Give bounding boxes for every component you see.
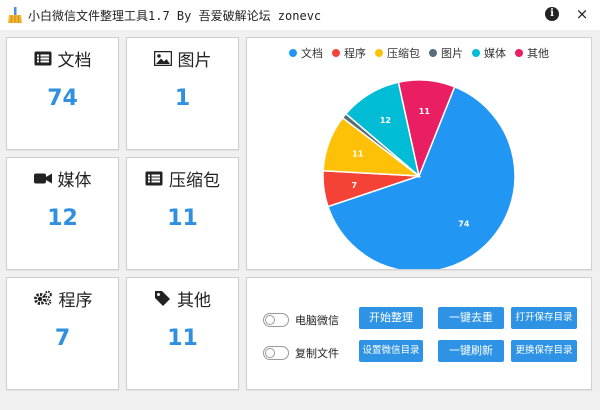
- document-list-icon: [34, 51, 51, 65]
- stat-label: 文档: [57, 50, 92, 71]
- toggle-label: 电脑微信: [295, 314, 339, 327]
- open-save-dir-button[interactable]: 打开保存目录: [511, 307, 577, 329]
- stat-value: 12: [47, 206, 78, 231]
- stat-value: 7: [54, 326, 71, 351]
- chart-card: 文档 程序 压缩包 图片 媒体 其他 74 7 11 12 11: [246, 37, 592, 270]
- stat-label: 图片: [177, 50, 212, 71]
- window-title: 小白微信文件整理工具1.7 By 吾爱破解论坛 zonevc: [28, 9, 322, 23]
- stat-label: 压缩包: [169, 170, 220, 191]
- start-organize-button[interactable]: 开始整理: [359, 307, 423, 329]
- stat-card-archives: 压缩包 11: [126, 157, 239, 270]
- stat-label: 程序: [58, 290, 93, 311]
- stat-label: 其他: [177, 290, 211, 311]
- copy-files-toggle[interactable]: [263, 346, 289, 360]
- set-wechat-dir-button[interactable]: 设置微信目录: [359, 340, 423, 362]
- pie-slice-label: 12: [380, 116, 391, 125]
- tag-icon: [155, 290, 170, 306]
- pie-slice-label: 11: [419, 107, 431, 116]
- refresh-button[interactable]: 一键刷新: [438, 340, 504, 362]
- stat-card-programs: 程序 7: [6, 277, 119, 390]
- archive-icon: [145, 171, 163, 185]
- stat-card-media: 媒体 12: [6, 157, 119, 270]
- stat-value: 11: [167, 326, 198, 351]
- toggle-label: 复制文件: [295, 347, 339, 360]
- gears-icon: [33, 290, 52, 306]
- stat-label: 媒体: [57, 170, 92, 191]
- close-icon[interactable]: ×: [574, 5, 590, 23]
- info-icon[interactable]: i: [545, 7, 559, 21]
- video-camera-icon: [33, 173, 52, 183]
- pie-chart: 74 7 11 12 11: [322, 79, 516, 269]
- title-bar: 小白微信文件整理工具1.7 By 吾爱破解论坛 zonevc i ×: [0, 0, 600, 30]
- pie-slice-label: 11: [352, 149, 364, 158]
- pie-slice-label: 7: [352, 181, 358, 190]
- toggle-knob: [265, 348, 275, 358]
- broom-app-icon: [8, 7, 22, 24]
- stat-card-documents: 文档 74: [6, 37, 119, 150]
- stat-card-images: 图片 1: [126, 37, 239, 150]
- stat-value: 11: [167, 206, 198, 231]
- image-icon: [153, 50, 172, 66]
- toggle-row-wechat: 电脑微信: [263, 312, 339, 328]
- stat-value: 74: [47, 86, 78, 111]
- control-card: 电脑微信 复制文件 开始整理 一键去重 打开保存目录 设置微信目录 一键刷新 更…: [246, 277, 592, 390]
- stat-value: 1: [174, 86, 191, 111]
- dedupe-button[interactable]: 一键去重: [438, 307, 504, 329]
- toggle-row-copy: 复制文件: [263, 345, 339, 361]
- stat-card-other: 其他 11: [126, 277, 239, 390]
- toggle-knob: [265, 315, 275, 325]
- wechat-pc-toggle[interactable]: [263, 313, 289, 327]
- change-save-dir-button[interactable]: 更换保存目录: [511, 340, 577, 362]
- pie-slice-label: 74: [458, 219, 470, 228]
